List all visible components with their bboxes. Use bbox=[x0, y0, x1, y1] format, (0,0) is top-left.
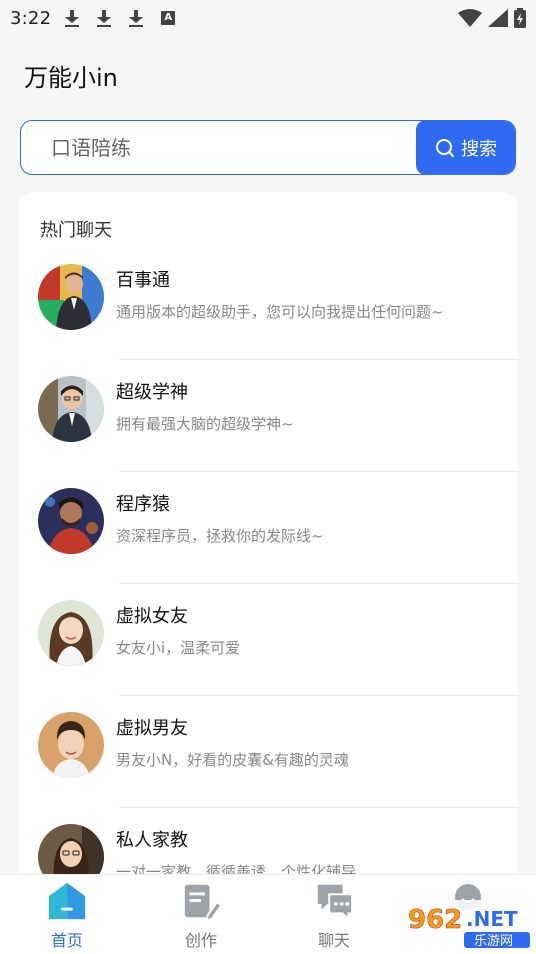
tab-label: 聊天 bbox=[317, 931, 350, 950]
avatar bbox=[38, 600, 104, 666]
tab-label: 创作 bbox=[184, 931, 217, 950]
chat-description: 拥有最强大脑的超级学神~ bbox=[116, 415, 294, 433]
section-title: 热门聊天 bbox=[40, 220, 112, 241]
wifi-icon bbox=[458, 9, 482, 27]
chat-item-programmer[interactable]: 程序猿 资深程序员，拯救你的发际线~ bbox=[18, 472, 518, 584]
chat-item-baishitong[interactable]: 百事通 通用版本的超级助手，您可以向我提出任何问题~ bbox=[18, 248, 518, 360]
chat-name: 私人家教 bbox=[116, 830, 188, 851]
chat-name: 百事通 bbox=[116, 270, 170, 291]
chat-description: 通用版本的超级助手，您可以向我提出任何问题~ bbox=[116, 303, 444, 321]
chat-description: 女友小i，温柔可爱 bbox=[116, 639, 241, 657]
hot-chats-card: 热门聊天 百事通 通用版本的超级助手，您可以向我提出任何问题~ 超级学神 拥有最… bbox=[18, 192, 518, 892]
chat-name: 超级学神 bbox=[116, 382, 188, 403]
chat-name: 虚拟男友 bbox=[116, 718, 188, 739]
chat-description: 男友小N，好看的皮囊&有趣的灵魂 bbox=[116, 751, 349, 769]
chat-description: 资深程序员，拯救你的发际线~ bbox=[116, 527, 324, 545]
avatar bbox=[38, 376, 104, 442]
search-button[interactable]: 搜索 bbox=[416, 121, 515, 174]
avatar bbox=[38, 264, 104, 330]
download-icon bbox=[129, 9, 144, 27]
battery-icon bbox=[514, 8, 526, 28]
svg-text:.NET: .NET bbox=[466, 907, 518, 931]
tab-create[interactable]: 创作 bbox=[161, 881, 241, 951]
chat-item-virtual-boyfriend[interactable]: 虚拟男友 男友小N，好看的皮囊&有趣的灵魂 bbox=[18, 696, 518, 808]
chat-bubbles-icon bbox=[317, 884, 354, 921]
svg-text:乐游网: 乐游网 bbox=[474, 934, 513, 949]
tab-label: 首页 bbox=[50, 931, 83, 950]
chat-item-virtual-girlfriend[interactable]: 虚拟女友 女友小i，温柔可爱 bbox=[18, 584, 518, 696]
tab-chat[interactable]: 聊天 bbox=[294, 881, 374, 951]
status-time: 3:22 bbox=[10, 7, 52, 29]
svg-text:962: 962 bbox=[408, 905, 462, 935]
search-bar: 搜索 bbox=[20, 120, 516, 175]
app-title: 万能小in bbox=[24, 64, 118, 92]
download-icon bbox=[97, 9, 112, 27]
download-icon bbox=[65, 9, 80, 27]
chat-item-super-scholar[interactable]: 超级学神 拥有最强大脑的超级学神~ bbox=[18, 360, 518, 472]
edit-document-icon bbox=[184, 884, 222, 921]
search-input[interactable] bbox=[21, 121, 416, 174]
font-a-icon: A bbox=[161, 11, 176, 25]
tab-home[interactable]: 首页 bbox=[27, 881, 107, 951]
chat-name: 程序猿 bbox=[116, 494, 170, 515]
avatar bbox=[38, 712, 104, 778]
search-button-label: 搜索 bbox=[461, 138, 497, 160]
signal-icon bbox=[488, 9, 508, 27]
status-bar: 3:22 A bbox=[0, 0, 536, 36]
chat-name: 虚拟女友 bbox=[116, 606, 188, 627]
home-icon bbox=[48, 882, 86, 920]
watermark-logo: 962 .NET 乐游网 bbox=[398, 896, 536, 954]
search-icon bbox=[436, 138, 454, 157]
avatar bbox=[38, 488, 104, 554]
